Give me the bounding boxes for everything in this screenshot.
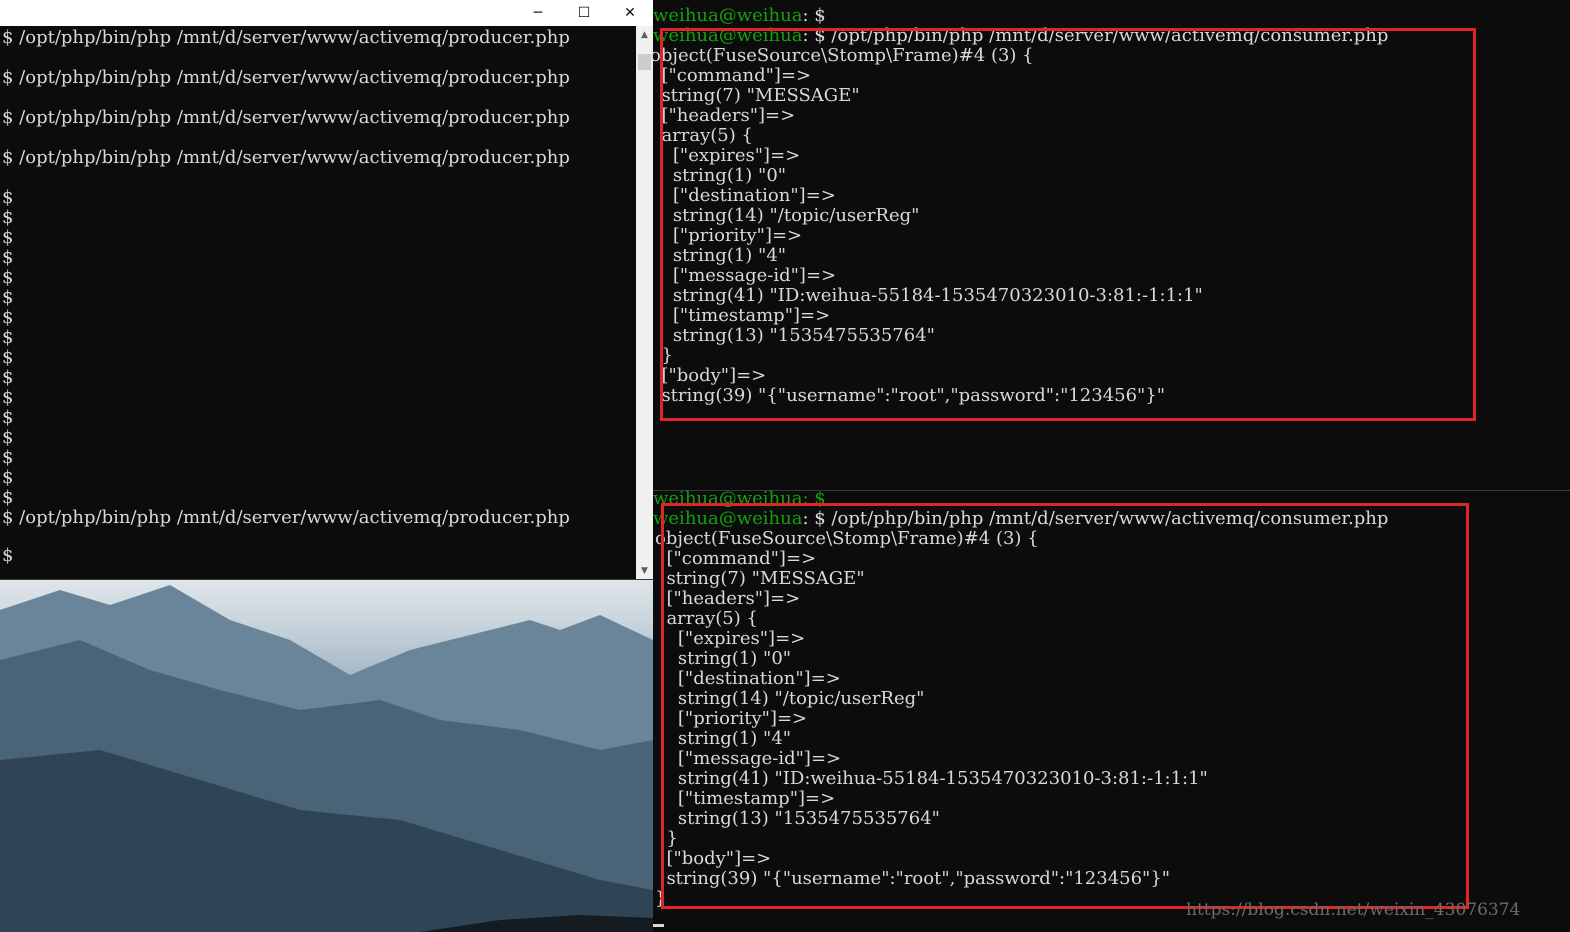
highlight-box xyxy=(660,28,1476,421)
watermark: https://blog.csdn.net/weixin_43076374 xyxy=(1186,900,1521,920)
prompt-line: $ xyxy=(2,227,14,248)
prompt-line: $ xyxy=(2,207,14,228)
prompt-line: $ xyxy=(2,487,14,508)
prompt-line: $ xyxy=(2,247,14,268)
prompt-line: $ xyxy=(2,327,14,348)
mountain-image xyxy=(0,585,653,932)
close-button[interactable]: ✕ xyxy=(607,0,653,26)
scroll-down-icon[interactable]: ▼ xyxy=(636,562,653,579)
text-cursor xyxy=(653,924,664,927)
terminal-line: $ /opt/php/bin/php /mnt/d/server/www/act… xyxy=(2,147,570,168)
prompt-line: $ xyxy=(2,467,14,488)
prompt-line: $ xyxy=(2,287,14,308)
prompt-line: weihua@weihua: $ xyxy=(653,5,826,26)
terminal-line: $ /opt/php/bin/php /mnt/d/server/www/act… xyxy=(2,507,570,528)
terminal-line: $ /opt/php/bin/php /mnt/d/server/www/act… xyxy=(2,67,570,88)
terminal-line: $ /opt/php/bin/php /mnt/d/server/www/act… xyxy=(2,27,570,48)
prompt-line: $ xyxy=(2,307,14,328)
prompt-line: $ xyxy=(2,187,14,208)
scroll-up-icon[interactable]: ▲ xyxy=(636,26,653,43)
terminal-line: $ /opt/php/bin/php /mnt/d/server/www/act… xyxy=(2,107,570,128)
prompt-line: $ xyxy=(2,427,14,448)
highlight-box xyxy=(661,503,1469,909)
producer-terminal-window[interactable]: ─ ☐ ✕ $ /opt/php/bin/php /mnt/d/server/w… xyxy=(0,0,654,580)
prompt-line: $ xyxy=(2,407,14,428)
maximize-button[interactable]: ☐ xyxy=(561,0,607,26)
window-titlebar[interactable]: ─ ☐ ✕ xyxy=(0,0,653,26)
prompt-line: $ xyxy=(2,447,14,468)
prompt-line: $ xyxy=(2,367,14,388)
prompt-line: $ xyxy=(2,545,14,566)
minimize-button[interactable]: ─ xyxy=(515,0,561,26)
prompt-line: $ xyxy=(2,347,14,368)
prompt-line: $ xyxy=(2,387,14,408)
desktop-wallpaper xyxy=(0,580,653,932)
prompt-line: $ xyxy=(2,267,14,288)
